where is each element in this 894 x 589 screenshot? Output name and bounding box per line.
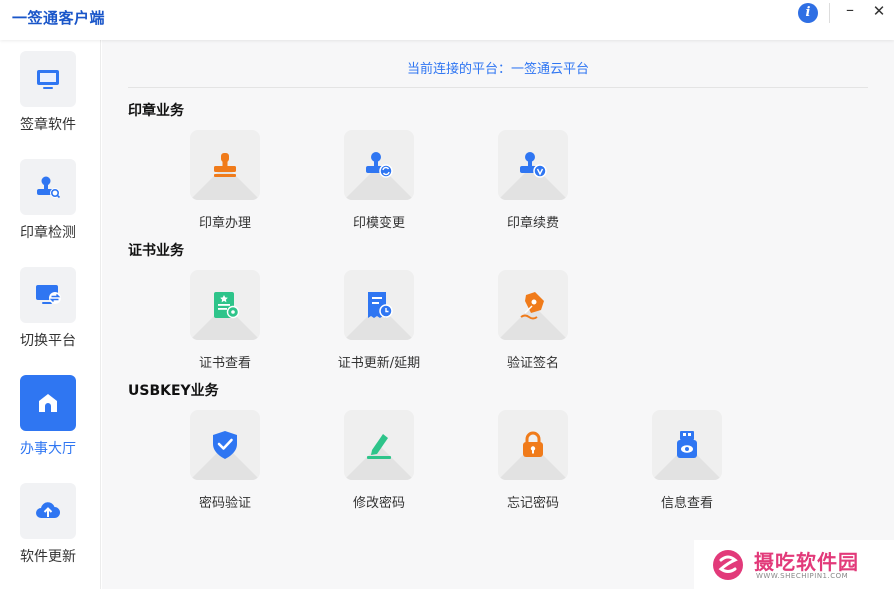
card-label: 证书更新/延期 <box>311 352 447 371</box>
card-tile <box>190 270 260 340</box>
watermark-url: WWW.SHECHIPIN1.COM <box>756 572 848 580</box>
sidebar-item-label: 软件更新 <box>0 546 96 566</box>
connected-platform-text: 当前连接的平台：一签通云平台 <box>102 58 894 77</box>
card-seal-change[interactable]: 印模变更 <box>331 130 421 230</box>
card-info-view[interactable]: 信息查看 <box>639 410 729 510</box>
sidebar-item-label: 切换平台 <box>0 330 96 350</box>
card-label: 印模变更 <box>311 212 447 231</box>
seal-renew-icon <box>517 149 549 181</box>
edit-pen-icon <box>363 429 395 461</box>
usb-key-icon <box>671 429 703 461</box>
sidebar-tile-active <box>20 375 76 431</box>
card-verify-signature[interactable]: 验证签名 <box>485 270 575 370</box>
cloud-upload-icon <box>34 497 62 525</box>
card-tile <box>652 410 722 480</box>
seal-change-icon <box>363 149 395 181</box>
sidebar-item-label: 办事大厅 <box>0 438 96 458</box>
sidebar-tile <box>20 51 76 107</box>
sidebar-item-switch-platform[interactable]: 切换平台 <box>0 267 100 367</box>
card-seal-renew[interactable]: 印章续费 <box>485 130 575 230</box>
title-bar: 一签通客户端 i – ✕ <box>0 0 894 40</box>
watermark: 摄吃软件园 WWW.SHECHIPIN1.COM <box>694 540 894 589</box>
card-seal-apply[interactable]: 印章办理 <box>177 130 267 230</box>
verify-signature-icon <box>517 289 549 321</box>
switch-platform-icon <box>34 281 62 309</box>
card-label: 印章办理 <box>157 212 293 231</box>
sidebar-item-label: 印章检测 <box>0 222 96 242</box>
sidebar-item-software-update[interactable]: 软件更新 <box>0 483 100 583</box>
certificate-view-icon <box>209 289 241 321</box>
minimize-button[interactable]: – <box>842 1 858 21</box>
certificate-renew-icon <box>363 289 395 321</box>
sidebar-tile <box>20 483 76 539</box>
card-label: 证书查看 <box>157 352 293 371</box>
card-tile <box>498 270 568 340</box>
card-label: 信息查看 <box>619 492 755 511</box>
info-icon[interactable]: i <box>798 3 818 23</box>
close-button[interactable]: ✕ <box>870 1 888 21</box>
card-password-verify[interactable]: 密码验证 <box>177 410 267 510</box>
card-tile <box>344 270 414 340</box>
section-title-seal: 印章业务 <box>128 100 184 120</box>
divider <box>128 87 868 88</box>
title-divider <box>829 3 830 23</box>
card-label: 验证签名 <box>465 352 601 371</box>
card-label: 修改密码 <box>311 492 447 511</box>
card-tile <box>498 410 568 480</box>
shield-check-icon <box>209 429 241 461</box>
section-title-certificate: 证书业务 <box>128 240 184 260</box>
watermark-text: 摄吃软件园 <box>754 546 859 575</box>
main-content: 当前连接的平台：一签通云平台 印章业务 印章办理 印模变更 <box>102 40 894 589</box>
home-icon <box>34 389 62 417</box>
card-tile <box>498 130 568 200</box>
watermark-logo-icon <box>708 548 748 582</box>
card-tile <box>190 410 260 480</box>
card-label: 印章续费 <box>465 212 601 231</box>
card-tile <box>344 130 414 200</box>
sidebar-tile <box>20 267 76 323</box>
app-title: 一签通客户端 <box>12 7 105 28</box>
sidebar-item-seal-check[interactable]: 印章检测 <box>0 159 100 259</box>
sidebar: 签章软件 印章检测 切换平台 <box>0 40 101 589</box>
sidebar-item-signing-software[interactable]: 签章软件 <box>0 51 100 151</box>
card-certificate-view[interactable]: 证书查看 <box>177 270 267 370</box>
card-forgot-password[interactable]: 忘记密码 <box>485 410 575 510</box>
sidebar-tile <box>20 159 76 215</box>
card-label: 忘记密码 <box>465 492 601 511</box>
sidebar-item-service-hall[interactable]: 办事大厅 <box>0 375 100 475</box>
seal-check-icon <box>34 173 62 201</box>
lock-icon <box>517 429 549 461</box>
monitor-icon <box>34 65 62 93</box>
card-certificate-renew[interactable]: 证书更新/延期 <box>331 270 421 370</box>
sidebar-item-label: 签章软件 <box>0 114 96 134</box>
card-label: 密码验证 <box>157 492 293 511</box>
card-tile <box>190 130 260 200</box>
section-title-usbkey: USBKEY业务 <box>128 380 219 400</box>
card-tile <box>344 410 414 480</box>
stamp-icon <box>209 149 241 181</box>
card-change-password[interactable]: 修改密码 <box>331 410 421 510</box>
